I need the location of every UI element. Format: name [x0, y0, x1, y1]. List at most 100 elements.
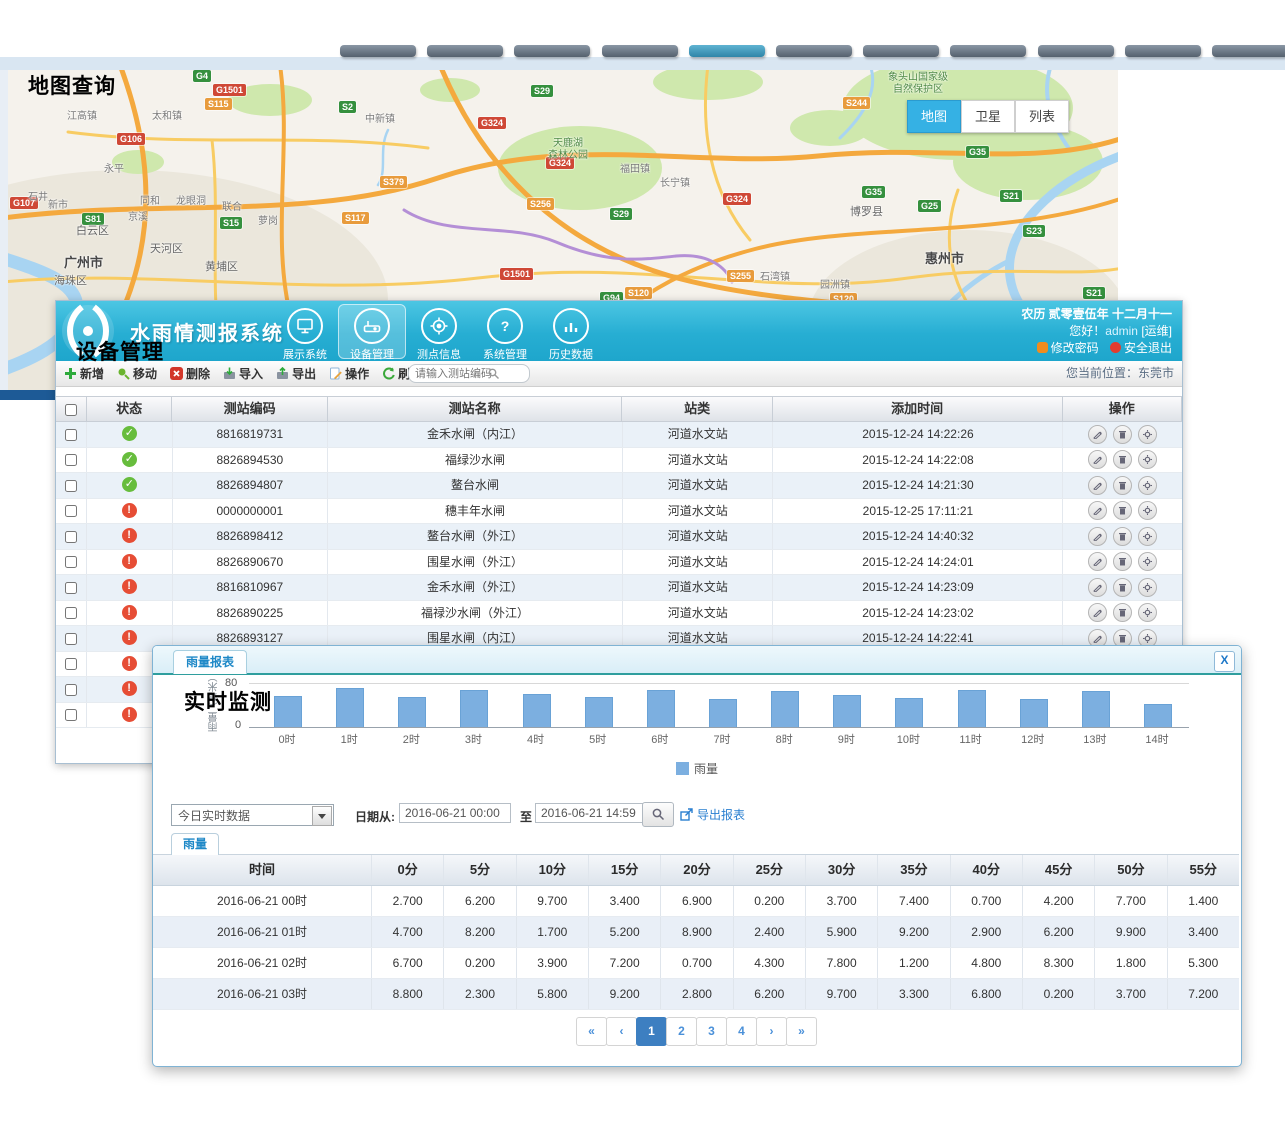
clipped-window-tab[interactable]	[1212, 45, 1285, 57]
operate-button[interactable]: 操作	[329, 365, 369, 382]
row-checkbox[interactable]	[65, 582, 77, 594]
add-button[interactable]: 新增	[64, 365, 104, 382]
row-checkbox[interactable]	[65, 658, 77, 670]
minute-header-cell: 55分	[1168, 855, 1239, 885]
page-button[interactable]: «	[576, 1017, 607, 1046]
rain-value-cell: 4.700	[372, 917, 444, 947]
row-checkbox[interactable]	[65, 531, 77, 543]
date-from-input[interactable]	[399, 803, 511, 823]
table-row[interactable]: 8826894807 鳌台水闸 河道水文站 2015-12-24 14:21:3…	[56, 473, 1182, 499]
map-place-label: 白云区	[76, 222, 109, 238]
nav-item-display-system[interactable]: 展示系统	[272, 304, 338, 358]
trash-icon[interactable]	[1113, 527, 1132, 546]
select-all-checkbox[interactable]	[65, 404, 77, 416]
row-checkbox[interactable]	[65, 709, 77, 721]
settings-gear-icon[interactable]	[1138, 578, 1157, 597]
close-icon[interactable]: X	[1214, 651, 1235, 672]
settings-gear-icon[interactable]	[1138, 527, 1157, 546]
clipped-window-tab[interactable]	[514, 45, 590, 57]
station-code-search-input[interactable]	[408, 364, 530, 383]
table-row[interactable]: 8826890670 围星水闸（外江） 河道水文站 2015-12-24 14:…	[56, 550, 1182, 576]
edit-icon[interactable]	[1088, 527, 1107, 546]
nav-item-device-management[interactable]: 设备管理	[338, 304, 406, 359]
table-row[interactable]: 0000000001 穗丰年水闸 河道水文站 2015-12-25 17:11:…	[56, 499, 1182, 525]
export-report-link[interactable]: 导出报表	[680, 806, 745, 823]
settings-gear-icon[interactable]	[1138, 552, 1157, 571]
nav-item-history-data[interactable]: 历史数据	[538, 304, 604, 358]
station-code: 8826894807	[173, 473, 328, 498]
map-place-label: 永平	[104, 160, 124, 175]
delete-button[interactable]: 删除	[170, 365, 210, 382]
query-button[interactable]	[642, 802, 674, 827]
rain-value-cell: 6.900	[661, 886, 733, 916]
page-button[interactable]: 1	[636, 1017, 667, 1046]
search-icon[interactable]	[488, 367, 500, 385]
trash-icon[interactable]	[1113, 552, 1132, 571]
export-button[interactable]: 导出	[276, 365, 316, 382]
clipped-window-tab[interactable]	[950, 45, 1026, 57]
clipped-window-tab[interactable]	[1125, 45, 1201, 57]
row-checkbox[interactable]	[65, 454, 77, 466]
tab-rainfall[interactable]: 雨量	[171, 833, 219, 855]
edit-icon[interactable]	[1088, 578, 1107, 597]
page-button[interactable]: 2	[666, 1017, 697, 1046]
map-view-button[interactable]: 卫星	[961, 100, 1015, 133]
row-checkbox[interactable]	[65, 480, 77, 492]
clipped-window-tab[interactable]	[689, 45, 765, 57]
trash-icon[interactable]	[1113, 578, 1132, 597]
edit-icon[interactable]	[1088, 476, 1107, 495]
import-button[interactable]: 导入	[223, 365, 263, 382]
nav-item-point-info[interactable]: 测点信息	[406, 304, 472, 358]
tab-rainfall-report[interactable]: 雨量报表	[173, 650, 247, 674]
chart-legend[interactable]: 雨量	[153, 760, 1241, 777]
trash-icon[interactable]	[1113, 501, 1132, 520]
table-row[interactable]: 8826894530 福绿沙水闸 河道水文站 2015-12-24 14:22:…	[56, 448, 1182, 474]
date-to-input[interactable]	[535, 803, 647, 823]
data-mode-select[interactable]: 今日实时数据	[171, 804, 334, 826]
row-checkbox[interactable]	[65, 429, 77, 441]
trash-icon[interactable]	[1113, 425, 1132, 444]
trash-icon[interactable]	[1113, 450, 1132, 469]
row-checkbox[interactable]	[65, 633, 77, 645]
table-row[interactable]: 8826890225 福禄沙水闸（外江） 河道水文站 2015-12-24 14…	[56, 601, 1182, 627]
clipped-window-tab[interactable]	[340, 45, 416, 57]
edit-icon[interactable]	[1088, 425, 1107, 444]
page-button[interactable]: ‹	[606, 1017, 637, 1046]
change-password-link[interactable]: 修改密码	[1051, 341, 1099, 355]
row-checkbox[interactable]	[65, 505, 77, 517]
settings-gear-icon[interactable]	[1138, 476, 1157, 495]
page-button[interactable]: »	[786, 1017, 817, 1046]
row-checkbox[interactable]	[65, 556, 77, 568]
map-view-button[interactable]: 地图	[907, 100, 961, 133]
trash-icon[interactable]	[1113, 603, 1132, 622]
settings-gear-icon[interactable]	[1138, 425, 1157, 444]
page-button[interactable]: ›	[756, 1017, 787, 1046]
settings-gear-icon[interactable]	[1138, 501, 1157, 520]
clipped-window-tab[interactable]	[427, 45, 503, 57]
road-shield: S29	[610, 208, 632, 220]
clipped-window-tab[interactable]	[863, 45, 939, 57]
page-button[interactable]: 3	[696, 1017, 727, 1046]
clipped-window-tab[interactable]	[1038, 45, 1114, 57]
table-row[interactable]: 8816819731 金禾水闸（内江） 河道水文站 2015-12-24 14:…	[56, 422, 1182, 448]
trash-icon[interactable]	[1113, 476, 1132, 495]
nav-item-system-management[interactable]: ? 系统管理	[472, 304, 538, 358]
map-view-button[interactable]: 列表	[1015, 100, 1069, 133]
clipped-window-tab[interactable]	[776, 45, 852, 57]
settings-gear-icon[interactable]	[1138, 450, 1157, 469]
row-checkbox[interactable]	[65, 607, 77, 619]
edit-icon[interactable]	[1088, 552, 1107, 571]
row-checkbox[interactable]	[65, 684, 77, 696]
table-row[interactable]: 8816810967 金禾水闸（外江） 河道水文站 2015-12-24 14:…	[56, 575, 1182, 601]
select-dropdown-button[interactable]	[312, 806, 332, 826]
page-button[interactable]: 4	[726, 1017, 757, 1046]
table-row[interactable]: 8826898412 鳌台水闸（外江） 河道水文站 2015-12-24 14:…	[56, 524, 1182, 550]
road-shield: S255	[727, 270, 754, 282]
move-button[interactable]: 移动	[117, 365, 157, 382]
settings-gear-icon[interactable]	[1138, 603, 1157, 622]
clipped-window-tab[interactable]	[602, 45, 678, 57]
edit-icon[interactable]	[1088, 603, 1107, 622]
logout-link[interactable]: 安全退出	[1124, 341, 1172, 355]
edit-icon[interactable]	[1088, 450, 1107, 469]
edit-icon[interactable]	[1088, 501, 1107, 520]
